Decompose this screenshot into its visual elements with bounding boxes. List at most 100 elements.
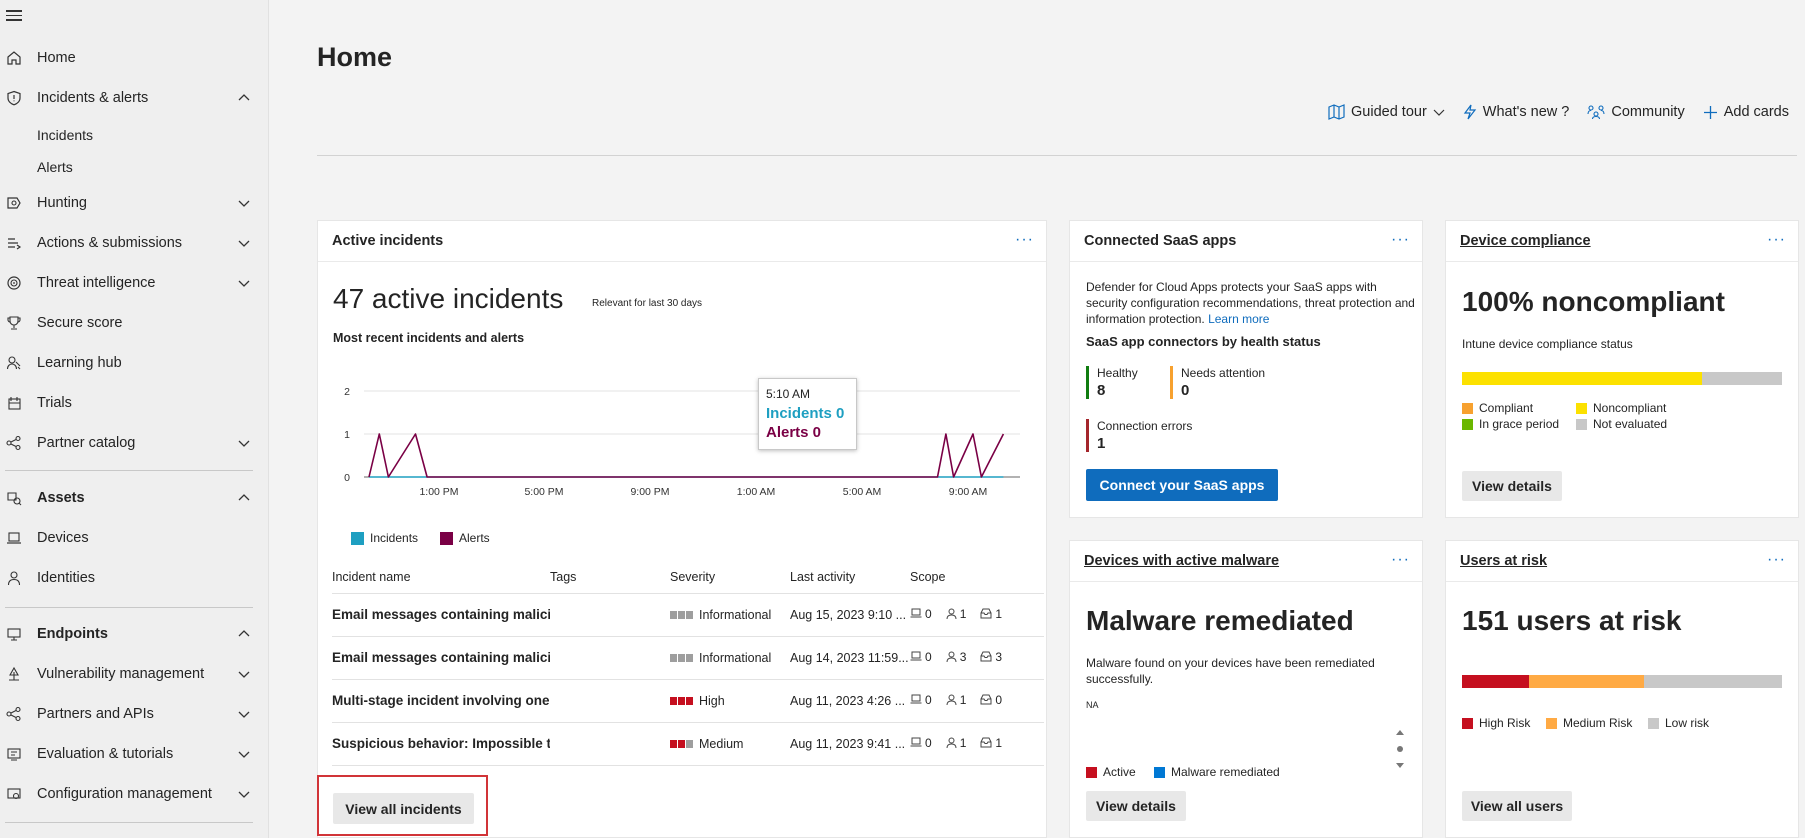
nav-devices[interactable]: Devices [0, 520, 269, 556]
evaluation-icon [5, 745, 23, 763]
nav-hunting[interactable]: Hunting [0, 185, 269, 221]
more-options-icon[interactable]: ··· [1015, 231, 1034, 249]
incident-name[interactable]: Email messages containing malicio [332, 636, 550, 680]
chevron-up-icon[interactable] [237, 491, 251, 505]
chart-legend-alerts[interactable]: Alerts [440, 531, 490, 545]
nav-learning-hub[interactable]: Learning hub [0, 345, 269, 381]
scope-devices: 0 [910, 650, 932, 664]
scope-users-count: 1 [959, 692, 967, 707]
nav-configuration-management[interactable]: Configuration management [0, 776, 269, 812]
more-options-icon[interactable]: ··· [1391, 551, 1410, 569]
x-tick-label: 1:00 PM [419, 486, 458, 498]
incident-name[interactable]: Email messages containing malicio [332, 593, 550, 637]
nav-incidents-alerts[interactable]: Incidents & alerts [0, 80, 269, 116]
nav-incidents[interactable]: Incidents [37, 127, 93, 143]
whats-new-button[interactable]: What's new ? [1463, 104, 1569, 120]
nav-assets[interactable]: Assets [0, 480, 269, 516]
device-icon [910, 608, 922, 618]
chevron-down-icon[interactable] [237, 667, 251, 681]
health-connection-errors: Connection errors 1 [1086, 419, 1192, 452]
mailbox-icon [980, 694, 992, 705]
laptop-icon [5, 529, 23, 547]
scope-devices-count: 0 [925, 649, 932, 664]
legend-low-risk: Low risk [1648, 716, 1709, 730]
chevron-down-icon [1433, 106, 1445, 118]
card-title-link[interactable]: Device compliance [1460, 233, 1591, 249]
table-row[interactable]: Multi-stage incident involving one High … [332, 679, 1044, 723]
nav-separator [5, 822, 253, 823]
chevron-up-icon[interactable] [237, 627, 251, 641]
view-all-users-button[interactable]: View all users [1462, 791, 1572, 821]
scope-mailboxes: 1 [980, 736, 1002, 750]
legend-label: Low risk [1665, 716, 1710, 730]
nav-trials[interactable]: Trials [0, 385, 269, 421]
table-header-row: Incident name Tags Severity Last activit… [332, 561, 1044, 594]
tooltip-alerts: Alerts 0 [766, 424, 822, 441]
legend-label: Compliant [1479, 401, 1534, 415]
add-cards-button[interactable]: Add cards [1703, 104, 1789, 120]
nav-alerts[interactable]: Alerts [37, 159, 73, 175]
chevron-down-icon[interactable] [237, 707, 251, 721]
legend-label: Active [1103, 765, 1136, 779]
plus-icon [1703, 105, 1718, 120]
community-icon [1587, 104, 1605, 120]
device-icon [910, 651, 922, 661]
chevron-down-icon[interactable] [237, 787, 251, 801]
needs-attention-label: Needs attention [1181, 366, 1266, 380]
nav-home[interactable]: Home [0, 40, 269, 76]
chevron-down-icon[interactable] [237, 196, 251, 210]
nav-threat-intelligence[interactable]: Threat intelligence [0, 265, 269, 301]
nav-secure-score[interactable]: Secure score [0, 305, 269, 341]
chevron-down-icon[interactable] [237, 747, 251, 761]
chart-legend-incidents[interactable]: Incidents [351, 531, 418, 545]
severity-bars-icon [670, 739, 693, 748]
table-row[interactable]: Suspicious behavior: Impossible tr Mediu… [332, 722, 1044, 766]
user-icon [946, 651, 957, 662]
column-header-tags[interactable]: Tags [550, 561, 670, 594]
device-icon [910, 737, 922, 747]
community-button[interactable]: Community [1587, 104, 1685, 120]
view-details-button[interactable]: View details [1086, 791, 1186, 821]
chevron-down-icon[interactable] [237, 236, 251, 250]
column-header-last-activity[interactable]: Last activity [790, 561, 910, 594]
community-label: Community [1611, 104, 1685, 120]
incident-name[interactable]: Multi-stage incident involving one [332, 679, 550, 723]
guided-tour-button[interactable]: Guided tour [1328, 104, 1445, 120]
nav-identities[interactable]: Identities [0, 560, 269, 596]
relevant-period-text: Relevant for last 30 days [592, 298, 703, 309]
nav-vulnerability-management[interactable]: Vulnerability management [0, 656, 269, 692]
more-options-icon[interactable]: ··· [1767, 231, 1786, 249]
more-options-icon[interactable]: ··· [1767, 551, 1786, 569]
scope-devices: 0 [910, 736, 932, 750]
learn-more-link[interactable]: Learn more [1208, 312, 1269, 326]
card-title-link[interactable]: Devices with active malware [1084, 553, 1279, 569]
incident-scope: 0 1 0 [910, 679, 1044, 723]
card-title-link[interactable]: Users at risk [1460, 553, 1547, 569]
bar-segment-medium-risk [1529, 675, 1645, 688]
more-options-icon[interactable]: ··· [1391, 231, 1410, 249]
users-at-risk-card: Users at risk ··· 151 users at risk High… [1445, 540, 1799, 838]
connect-saas-apps-button[interactable]: Connect your SaaS apps [1086, 469, 1278, 501]
threat-intelligence-icon [5, 274, 23, 292]
incident-name[interactable]: Suspicious behavior: Impossible tr [332, 722, 550, 766]
nav-actions-submissions[interactable]: Actions & submissions [0, 225, 269, 261]
nav-evaluation-tutorials[interactable]: Evaluation & tutorials [0, 736, 269, 772]
column-header-incident-name[interactable]: Incident name [332, 561, 550, 594]
chevron-down-icon[interactable] [237, 276, 251, 290]
table-row[interactable]: Email messages containing malicio Inform… [332, 593, 1044, 637]
nav-partner-catalog[interactable]: Partner catalog [0, 425, 269, 461]
chevron-up-icon[interactable] [237, 91, 251, 105]
vulnerability-icon [5, 665, 23, 683]
menu-toggle-icon[interactable] [6, 10, 22, 24]
partners-apis-icon [5, 705, 23, 723]
nav-partners-apis[interactable]: Partners and APIs [0, 696, 269, 732]
view-details-button[interactable]: View details [1462, 471, 1562, 501]
table-row[interactable]: Email messages containing malicio Inform… [332, 636, 1044, 680]
pager-scroller[interactable] [1394, 727, 1406, 771]
nav-endpoints[interactable]: Endpoints [0, 616, 269, 652]
legend-swatch [1576, 418, 1587, 430]
column-header-severity[interactable]: Severity [670, 561, 790, 594]
chevron-down-icon[interactable] [237, 436, 251, 450]
legend-swatch [1086, 766, 1097, 778]
column-header-scope[interactable]: Scope [910, 561, 1044, 594]
